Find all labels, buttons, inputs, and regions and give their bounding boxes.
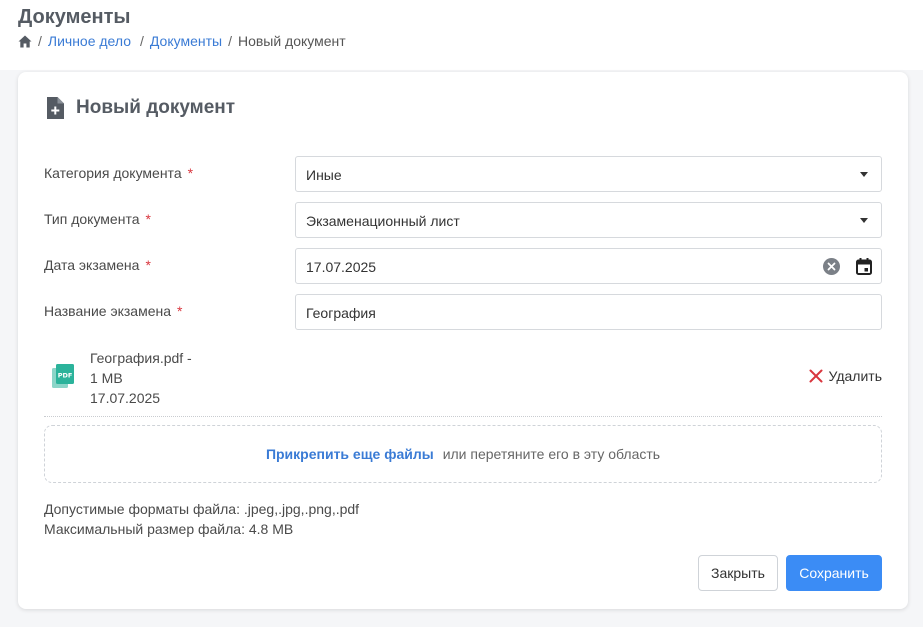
file-size: 1 MB [90,370,123,386]
card-header: Новый документ [46,97,235,119]
exam-name-input[interactable]: География [295,294,882,330]
category-label: Категория документа * [44,165,194,181]
required-mark: * [177,303,183,319]
file-info: География.pdf - 1 MB 17.07.2025 [90,348,192,408]
save-button[interactable]: Сохранить [786,555,882,591]
exam-date-row: Дата экзамена * 17.07.2025 [44,248,882,284]
file-name[interactable]: География.pdf - [90,348,192,368]
required-mark: * [145,211,151,227]
exam-date-label: Дата экзамена * [44,257,151,273]
type-select[interactable]: Экзаменационный лист [295,202,882,238]
chevron-down-icon [860,172,868,177]
attach-more-files-link[interactable]: Прикрепить еще файлы [266,446,434,462]
close-button[interactable]: Закрыть [698,555,778,591]
max-file-size: Максимальный размер файла: 4.8 MB [44,521,294,537]
breadcrumb: / Личное дело / Документы / Новый докуме… [18,33,346,49]
required-mark: * [187,165,194,181]
clear-icon[interactable] [823,258,840,275]
page-title: Документы [18,6,131,28]
new-document-card: Новый документ Категория документа * Иные… [18,72,908,609]
file-plus-icon [47,97,64,119]
breadcrumb-separator: / [140,33,144,49]
dropzone-hint: или перетяните его в эту область [442,446,661,462]
allowed-formats: Допустимые форматы файла: .jpeg,.jpg,.pn… [44,501,360,517]
category-row: Категория документа * Иные [44,156,882,192]
breadcrumb-separator: / [228,33,232,49]
type-value: Экзаменационный лист [306,213,460,229]
pdf-icon: PDF [52,364,74,388]
home-icon[interactable] [18,35,32,48]
divider [44,416,882,417]
file-date: 17.07.2025 [90,390,161,406]
calendar-icon[interactable] [856,258,872,275]
category-value: Иные [306,167,342,183]
exam-name-label: Название экзамена * [44,303,183,319]
svg-text:PDF: PDF [58,372,73,380]
delete-file-button[interactable]: Удалить [809,368,882,384]
category-select[interactable]: Иные [295,156,882,192]
exam-date-value: 17.07.2025 [306,259,377,275]
exam-name-value: География [306,305,376,321]
card-title: Новый документ [76,97,236,118]
chevron-down-icon [860,218,868,223]
file-dropzone[interactable]: Прикрепить еще файлы или перетяните его … [44,425,882,483]
breadcrumb-separator: / [38,33,42,49]
type-row: Тип документа * Экзаменационный лист [44,202,882,238]
breadcrumb-link-documents[interactable]: Документы [150,33,222,49]
breadcrumb-link-personal-file[interactable]: Личное дело [48,33,131,49]
close-icon [809,369,823,383]
exam-name-row: Название экзамена * География [44,294,882,330]
exam-date-input[interactable]: 17.07.2025 [295,248,882,284]
file-requirements: Допустимые форматы файла: .jpeg,.jpg,.pn… [44,499,359,539]
delete-label: Удалить [828,368,882,384]
breadcrumb-current: Новый документ [237,33,346,49]
required-mark: * [145,257,151,273]
attached-file: PDF География.pdf - 1 MB 17.07.2025 Удал… [44,347,882,417]
type-label: Тип документа * [44,211,151,227]
